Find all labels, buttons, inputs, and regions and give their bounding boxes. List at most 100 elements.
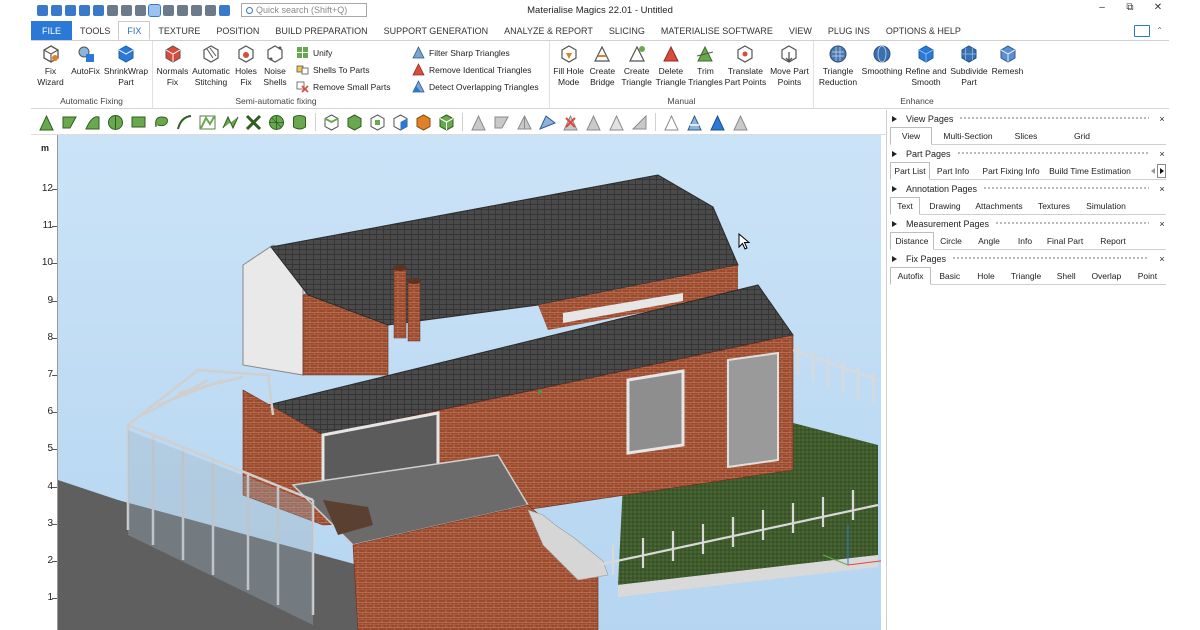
tab-part-list[interactable]: Part List (890, 162, 930, 180)
filter-sharp-triangles-button[interactable]: Filter Sharp Triangles (412, 45, 540, 60)
mark-lasso-icon[interactable] (152, 113, 171, 132)
expand-marking-icon[interactable] (345, 113, 364, 132)
tab-final-part[interactable]: Final Part (1040, 232, 1090, 249)
mark-triangle-icon[interactable] (37, 113, 56, 132)
drag-grip-icon[interactable] (952, 256, 1149, 261)
close-icon[interactable]: × (1157, 254, 1167, 264)
scroll-right-button[interactable] (1157, 164, 1166, 178)
tab-fix[interactable]: FIX (118, 21, 151, 40)
delete-marked-icon[interactable] (561, 113, 580, 132)
mark-sphere-icon[interactable] (267, 113, 286, 132)
undo-icon[interactable] (121, 4, 132, 16)
unmark-triangle-icon[interactable] (469, 113, 488, 132)
mark-surface-icon[interactable] (83, 113, 102, 132)
drag-grip-icon[interactable] (956, 151, 1149, 156)
create-bridge-button[interactable]: Create Bridge (586, 44, 618, 87)
mark-all-icon[interactable] (437, 113, 456, 132)
select-mode-icon[interactable] (148, 3, 161, 17)
close-icon[interactable]: × (1157, 184, 1167, 194)
autofix-button[interactable]: AutoFix (69, 44, 102, 77)
remove-identical-triangles-button[interactable]: Remove Identical Triangles (412, 62, 540, 77)
rotate-icon[interactable] (177, 4, 188, 16)
fix-wizard-button[interactable]: Fix Wizard (34, 44, 67, 87)
mark-window-icon[interactable] (129, 113, 148, 132)
tab-autofix[interactable]: Autofix (890, 267, 932, 285)
tab-texture[interactable]: TEXTURE (150, 21, 208, 40)
drag-grip-icon[interactable] (959, 116, 1149, 121)
trim-triangles-button[interactable]: Trim Triangles (688, 44, 723, 87)
close-icon[interactable]: × (1157, 114, 1167, 124)
tab-simulation[interactable]: Simulation (1080, 197, 1132, 214)
normals-fix-button[interactable]: Normals Fix (156, 44, 189, 87)
mark-contour-icon[interactable] (198, 113, 217, 132)
tab-plug-ins[interactable]: PLUG INS (820, 21, 878, 40)
panel-section-header[interactable]: View Pages × (887, 110, 1169, 127)
drag-grip-icon[interactable] (995, 221, 1149, 226)
3d-viewport[interactable]: m 12 11 10 9 8 7 6 5 4 3 2 1 (31, 135, 881, 630)
drag-grip-icon[interactable] (983, 186, 1149, 191)
shrinkwrap-part-button[interactable]: ShrinkWrap Part (104, 44, 148, 87)
tab-point[interactable]: Point (1129, 267, 1166, 284)
expand-triangle-icon[interactable] (892, 255, 897, 262)
panel-section-header[interactable]: Part Pages × (887, 145, 1169, 162)
unify-button[interactable]: Unify (296, 45, 400, 60)
tab-textures[interactable]: Textures (1028, 197, 1080, 214)
invert-marking-icon[interactable] (391, 113, 410, 132)
mark-region-icon[interactable] (708, 113, 727, 132)
tab-triangle[interactable]: Triangle (1004, 267, 1049, 284)
tab-slices[interactable]: Slices (1004, 127, 1048, 144)
tab-report[interactable]: Report (1090, 232, 1136, 249)
tab-part-info[interactable]: Part Info (930, 162, 976, 179)
triangle-reduction-button[interactable]: Triangle Reduction (817, 44, 859, 87)
tab-distance[interactable]: Distance (890, 232, 934, 250)
house-model[interactable]: × (58, 135, 881, 630)
tab-text[interactable]: Text (890, 197, 920, 215)
mark-wall-icon[interactable] (221, 113, 240, 132)
mark-plane-icon[interactable] (60, 113, 79, 132)
save-as-icon[interactable] (93, 4, 104, 16)
flip-marked-icon[interactable] (584, 113, 603, 132)
tab-materialise-software[interactable]: MATERIALISE SOFTWARE (653, 21, 781, 40)
unmark-surface-icon[interactable] (515, 113, 534, 132)
tab-tools[interactable]: TOOLS (72, 21, 118, 40)
mark-selection-icon[interactable] (731, 113, 750, 132)
quick-search-input[interactable]: Quick search (Shift+Q) (241, 3, 367, 17)
detect-overlapping-triangles-button[interactable]: Detect Overlapping Triangles (412, 79, 540, 94)
unmark-plane-icon[interactable] (492, 113, 511, 132)
tab-slicing[interactable]: SLICING (601, 21, 653, 40)
tab-grid[interactable]: Grid (1048, 127, 1116, 144)
tab-circle[interactable]: Circle (934, 232, 968, 249)
tab-info[interactable]: Info (1010, 232, 1040, 249)
close-icon[interactable]: × (1157, 149, 1167, 159)
tab-view[interactable]: VIEW (781, 21, 820, 40)
close-icon[interactable]: × (1157, 219, 1167, 229)
panel-section-header[interactable]: Measurement Pages × (887, 215, 1169, 232)
tab-multi-section[interactable]: Multi-Section (932, 127, 1004, 144)
view-icon[interactable] (219, 4, 230, 16)
panel-section-header[interactable]: Fix Pages × (887, 250, 1169, 267)
tab-shell[interactable]: Shell (1049, 267, 1084, 284)
save-icon[interactable] (79, 4, 90, 16)
noise-shells-button[interactable]: Noise Shells (261, 44, 289, 87)
minimize-button[interactable]: – (1095, 2, 1109, 13)
remesh-button[interactable]: Remesh (991, 44, 1024, 77)
remove-small-parts-button[interactable]: Remove Small Parts (296, 79, 400, 94)
translate-part-points-button[interactable]: Translate Part Points (724, 44, 767, 87)
tab-angle[interactable]: Angle (968, 232, 1010, 249)
tab-overlap[interactable]: Overlap (1084, 267, 1129, 284)
pan-icon[interactable] (191, 4, 202, 16)
mark-border-icon[interactable] (630, 113, 649, 132)
new-file-icon[interactable] (51, 4, 62, 16)
tab-drawing[interactable]: Drawing (920, 197, 970, 214)
mark-edge-icon[interactable] (607, 113, 626, 132)
mark-path-icon[interactable] (685, 113, 704, 132)
monitor-icon[interactable] (1134, 24, 1151, 37)
automatic-stitching-button[interactable]: Automatic Stitching (191, 44, 231, 87)
delete-triangle-button[interactable]: Delete Triangle (655, 44, 687, 87)
tab-build-time-estimation[interactable]: Build Time Estimation (1046, 162, 1134, 179)
tab-hole[interactable]: Hole (968, 267, 1003, 284)
mark-cylinder-icon[interactable] (290, 113, 309, 132)
refine-and-smooth-button[interactable]: Refine and Smooth (905, 44, 947, 87)
expand-triangle-icon[interactable] (892, 220, 897, 227)
scroll-left-icon[interactable] (1151, 168, 1155, 174)
